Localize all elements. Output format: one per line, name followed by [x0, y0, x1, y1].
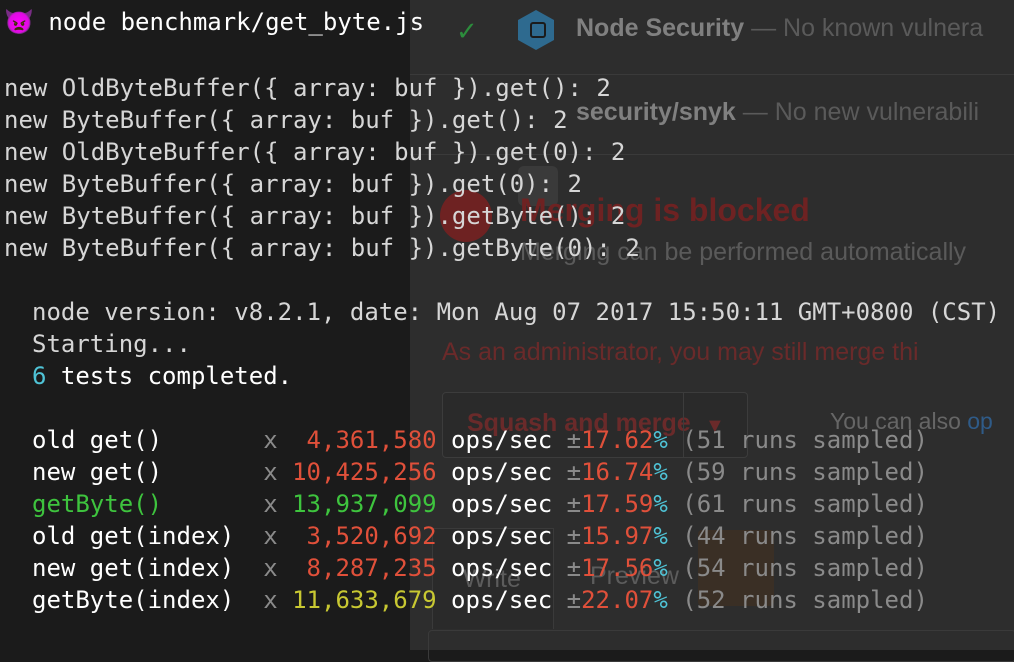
terminal-window[interactable]: 👿 node benchmark/get_byte.js new OldByte…	[0, 0, 1014, 650]
tests-text: tests completed.	[46, 362, 293, 390]
prompt-line: 👿 node benchmark/get_byte.js	[4, 6, 424, 38]
tests-completed-line: 6 tests completed.	[32, 360, 292, 392]
output-line: new ByteBuffer({ array: buf }).get(): 2	[4, 106, 568, 134]
output-line: new ByteBuffer({ array: buf }).get(0): 2	[4, 170, 582, 198]
result-row: old get() x 4,361,580 ops/sec ±17.62% (5…	[32, 426, 928, 454]
devil-icon: 👿	[4, 8, 34, 36]
starting-line: Starting...	[32, 330, 191, 358]
output-line: new ByteBuffer({ array: buf }).getByte(0…	[4, 234, 640, 262]
output-line: new ByteBuffer({ array: buf }).getByte()…	[4, 202, 626, 230]
result-row: new get(index) x 8,287,235 ops/sec ±17.5…	[32, 554, 928, 582]
result-row: getByte(index) x 11,633,679 ops/sec ±22.…	[32, 586, 928, 614]
result-row: new get() x 10,425,256 ops/sec ±16.74% (…	[32, 458, 928, 486]
output-line: new OldByteBuffer({ array: buf }).get():…	[4, 74, 611, 102]
output-line: new OldByteBuffer({ array: buf }).get(0)…	[4, 138, 626, 166]
command-text: node benchmark/get_byte.js	[48, 8, 425, 36]
tests-count: 6	[32, 362, 47, 390]
result-row: getByte() x 13,937,099 ops/sec ±17.59% (…	[32, 490, 928, 518]
node-info-line: node version: v8.2.1, date: Mon Aug 07 2…	[32, 298, 1001, 326]
result-row: old get(index) x 3,520,692 ops/sec ±15.9…	[32, 522, 928, 550]
